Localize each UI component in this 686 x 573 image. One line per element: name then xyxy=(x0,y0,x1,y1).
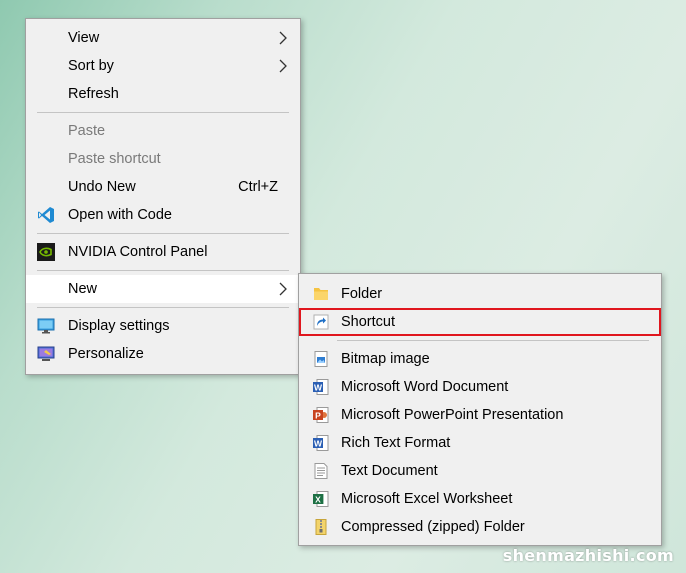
menu-separator xyxy=(37,112,289,113)
folder-icon xyxy=(314,288,328,300)
desktop-context-menu: View Sort by Refresh Paste Paste shortcu… xyxy=(25,18,301,375)
menu-item-label: View xyxy=(68,30,100,46)
menu-item-display-settings[interactable]: Display settings xyxy=(26,312,300,340)
submenu-item-bitmap-image[interactable]: Bitmap image xyxy=(299,345,661,373)
menu-item-refresh[interactable]: Refresh xyxy=(26,80,300,108)
menu-separator xyxy=(37,270,289,271)
menu-item-open-with-code[interactable]: Open with Code xyxy=(26,201,300,229)
menu-item-label: Text Document xyxy=(341,463,438,479)
menu-item-undo-new[interactable]: Undo New Ctrl+Z xyxy=(26,173,300,201)
menu-item-label: Paste shortcut xyxy=(68,151,161,167)
vscode-icon xyxy=(38,207,54,223)
menu-separator xyxy=(337,340,649,341)
menu-item-label: Microsoft PowerPoint Presentation xyxy=(341,407,564,423)
shortcut-highlight-box xyxy=(299,308,661,336)
chevron-right-icon xyxy=(279,59,287,73)
nvidia-icon xyxy=(37,243,55,261)
text-document-icon xyxy=(314,463,328,479)
svg-text:P: P xyxy=(315,410,321,420)
svg-text:W: W xyxy=(314,382,323,392)
menu-item-label: Sort by xyxy=(68,58,114,74)
submenu-item-excel-worksheet[interactable]: X Microsoft Excel Worksheet xyxy=(299,485,661,513)
menu-item-sort-by[interactable]: Sort by xyxy=(26,52,300,80)
menu-item-label: Paste xyxy=(68,123,106,139)
chevron-right-icon xyxy=(279,31,287,45)
menu-item-personalize[interactable]: Personalize xyxy=(26,340,300,368)
chevron-right-icon xyxy=(279,282,287,296)
menu-item-label: Compressed (zipped) Folder xyxy=(341,519,525,535)
bitmap-icon xyxy=(314,351,328,367)
menu-item-label: Refresh xyxy=(68,86,119,102)
display-icon xyxy=(37,318,55,334)
menu-item-label: Folder xyxy=(341,286,383,302)
menu-item-paste[interactable]: Paste xyxy=(26,117,300,145)
menu-item-label: Bitmap image xyxy=(341,351,430,367)
menu-separator xyxy=(37,307,289,308)
menu-item-paste-shortcut[interactable]: Paste shortcut xyxy=(26,145,300,173)
excel-icon: X xyxy=(313,491,329,507)
menu-item-label: Undo New xyxy=(68,179,136,195)
word-icon: W xyxy=(313,379,329,395)
menu-item-label: Rich Text Format xyxy=(341,435,451,451)
keyboard-shortcut: Ctrl+Z xyxy=(238,179,278,195)
rtf-icon: W xyxy=(313,435,329,451)
menu-separator xyxy=(37,233,289,234)
menu-item-view[interactable]: View xyxy=(26,24,300,52)
svg-text:W: W xyxy=(314,438,323,448)
zip-folder-icon xyxy=(315,519,327,535)
svg-text:X: X xyxy=(315,494,321,504)
menu-item-label: NVIDIA Control Panel xyxy=(68,244,208,260)
menu-item-label: Personalize xyxy=(68,346,144,362)
menu-item-label: New xyxy=(68,281,98,297)
submenu-item-powerpoint-presentation[interactable]: P Microsoft PowerPoint Presentation xyxy=(299,401,661,429)
menu-item-label: Open with Code xyxy=(68,207,172,223)
submenu-item-word-document[interactable]: W Microsoft Word Document xyxy=(299,373,661,401)
submenu-item-folder[interactable]: Folder xyxy=(299,280,661,308)
powerpoint-icon: P xyxy=(313,407,329,423)
submenu-item-compressed-folder[interactable]: Compressed (zipped) Folder xyxy=(299,513,661,541)
menu-item-label: Microsoft Word Document xyxy=(341,379,509,395)
submenu-item-rich-text-format[interactable]: W Rich Text Format xyxy=(299,429,661,457)
menu-item-nvidia-control-panel[interactable]: NVIDIA Control Panel xyxy=(26,238,300,266)
menu-item-label: Microsoft Excel Worksheet xyxy=(341,491,513,507)
watermark: shenmazhishi.com xyxy=(502,546,674,565)
menu-item-label: Display settings xyxy=(68,318,170,334)
submenu-item-text-document[interactable]: Text Document xyxy=(299,457,661,485)
menu-item-new[interactable]: New xyxy=(26,275,300,303)
personalize-icon xyxy=(37,346,55,361)
